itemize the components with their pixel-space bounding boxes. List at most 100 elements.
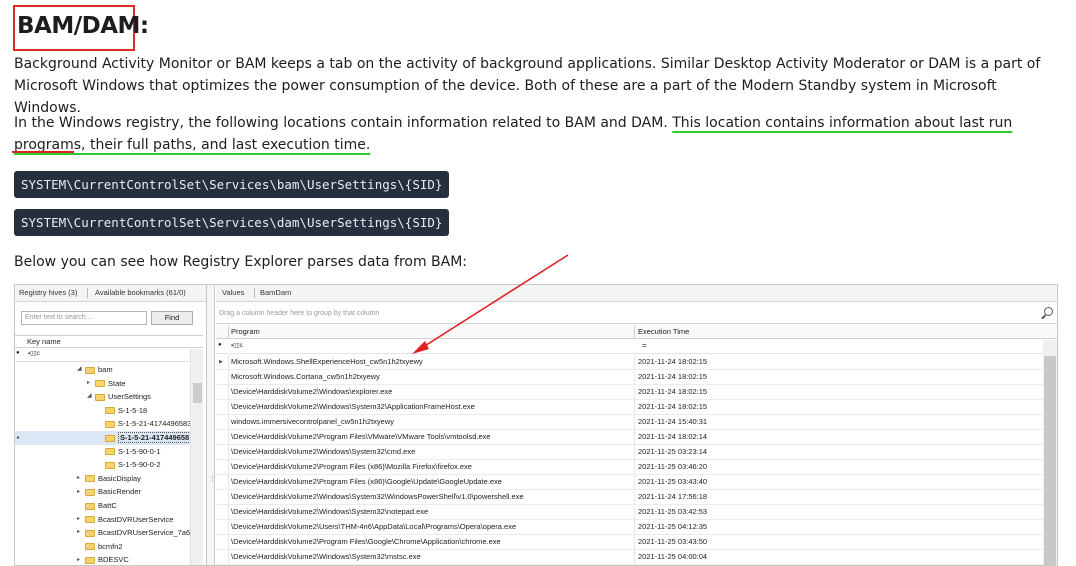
- key-name-column-header[interactable]: Key name: [15, 335, 203, 348]
- column-header-program[interactable]: Program: [231, 327, 260, 336]
- tree-item-label: S-1-5-21-4174496583-1: [118, 419, 199, 429]
- table-row[interactable]: \Device\HarddiskVolume2\Windows\System32…: [216, 550, 1043, 565]
- tree-item[interactable]: ▸ BasicDisplay: [15, 472, 190, 486]
- tree-item[interactable]: S-1-5-21-4174496583-1: [15, 417, 198, 431]
- table-row[interactable]: \Device\HarddiskVolume2\Windows\System32…: [216, 505, 1043, 520]
- tree-item[interactable]: ▸ BcastDVRUserService_7a6b6: [15, 526, 198, 540]
- tree-item[interactable]: ▸ State: [15, 377, 190, 391]
- expand-icon[interactable]: ▸: [77, 554, 85, 565]
- program-cell: \Device\HarddiskVolume2\Windows\System32…: [231, 447, 416, 456]
- execution-time-cell: 2021-11-24 17:56:18: [638, 492, 708, 501]
- cell-separator: [228, 430, 229, 445]
- cell-separator: [634, 550, 635, 565]
- cell-separator: [228, 475, 229, 490]
- folder-icon: [85, 529, 95, 537]
- cell-separator: [228, 370, 229, 385]
- cell-separator: [228, 505, 229, 520]
- execution-time-cell: 2021-11-25 03:23:14: [638, 447, 708, 456]
- cell-separator: [228, 400, 229, 415]
- tree-item-label: BattC: [98, 501, 117, 510]
- tree-item[interactable]: ▸ BDESVC: [15, 553, 190, 565]
- find-button[interactable]: Find: [151, 311, 193, 325]
- folder-icon: [105, 420, 115, 428]
- program-cell: \Device\HarddiskVolume2\Windows\System32…: [231, 492, 524, 501]
- table-row[interactable]: Microsoft.Windows.Cortana_cw5n1h2txyewy 2…: [216, 370, 1043, 385]
- tab-separator: [87, 288, 88, 298]
- table-row[interactable]: \Device\HarddiskVolume2\Windows\explorer…: [216, 385, 1043, 400]
- time-filter-operator[interactable]: =: [642, 341, 647, 350]
- red-underline-mark: [12, 151, 74, 153]
- panel-splitter[interactable]: ⋮: [207, 285, 216, 565]
- tree-scrollbar-thumb[interactable]: [193, 383, 202, 403]
- table-row[interactable]: windows.immersivecontrolpanel_cw5n1h2txy…: [216, 415, 1043, 430]
- expand-icon[interactable]: ◢: [77, 363, 85, 377]
- expand-icon[interactable]: ▸: [77, 526, 85, 540]
- cell-separator: [634, 415, 635, 430]
- tree-item[interactable]: ◢ bam: [15, 363, 190, 377]
- table-row[interactable]: \Device\HarddiskVolume2\Windows\System32…: [216, 400, 1043, 415]
- tree-item[interactable]: S-1-5-90-0-1: [15, 445, 190, 459]
- cell-separator: [634, 385, 635, 400]
- paragraph-registry-locations: In the Windows registry, the following l…: [14, 112, 1064, 156]
- page-title: BAM/DAM:: [17, 13, 149, 39]
- expand-icon[interactable]: ◢: [87, 390, 95, 404]
- tree-item-label: BcastDVRUserService_7a6b6: [98, 528, 199, 538]
- group-by-area[interactable]: Drag a column header here to group by th…: [216, 303, 1057, 324]
- table-row[interactable]: \Device\HarddiskVolume2\Program Files (x…: [216, 475, 1043, 490]
- cell-separator: [228, 490, 229, 505]
- tree-item[interactable]: ◢ UserSettings: [15, 390, 190, 404]
- tree-filter-row[interactable]: ● ▪▯▯c ⌃: [15, 349, 203, 362]
- heading-box: BAM/DAM:: [13, 5, 149, 51]
- tree-item[interactable]: S-1-5-90-0-2: [15, 458, 190, 472]
- tab-registry-hives[interactable]: Registry hives (3): [19, 288, 77, 297]
- execution-time-cell: 2021-11-25 04:00:04: [638, 552, 708, 561]
- cell-separator: [634, 400, 635, 415]
- paragraph-registry-text: In the Windows registry, the following l…: [14, 115, 673, 131]
- execution-time-cell: 2021-11-25 03:43:40: [638, 477, 708, 486]
- tree-item[interactable]: bcmfn2: [15, 540, 190, 554]
- execution-time-cell: 2021-11-24 18:02:15: [638, 387, 708, 396]
- tree-item[interactable]: BattC: [15, 499, 190, 513]
- program-cell: \Device\HarddiskVolume2\Program Files (x…: [231, 477, 502, 486]
- search-icon[interactable]: [1044, 307, 1053, 316]
- tree-item[interactable]: ▸ BcastDVRUserService: [15, 513, 190, 527]
- expand-icon[interactable]: ▸: [77, 472, 85, 486]
- grid-scrollbar-thumb[interactable]: [1044, 356, 1056, 565]
- tree-item-label: BDESVC: [98, 555, 129, 565]
- tree-item[interactable]: ▸ BasicRender: [15, 485, 190, 499]
- cell-separator: [634, 445, 635, 460]
- program-cell: \Device\HarddiskVolume2\Program Files\Go…: [231, 537, 501, 546]
- cell-separator: [228, 550, 229, 565]
- tree-item[interactable]: S-1-5-18: [15, 404, 190, 418]
- table-row[interactable]: ▶ Microsoft.Windows.ShellExperienceHost_c…: [216, 355, 1043, 370]
- tree-item-label: S-1-5-90-0-2: [118, 460, 161, 470]
- table-row[interactable]: \Device\HarddiskVolume2\Program Files\VM…: [216, 430, 1043, 445]
- column-header-execution-time[interactable]: Execution Time: [638, 327, 689, 336]
- expand-icon[interactable]: ▸: [77, 486, 85, 500]
- table-row[interactable]: \Device\HarddiskVolume2\Users\THM-4n6\Ap…: [216, 520, 1043, 535]
- filter-icon: ●: [16, 350, 20, 356]
- tree-item-label: S-1-5-18: [118, 405, 148, 415]
- table-row[interactable]: \Device\HarddiskVolume2\Windows\System32…: [216, 490, 1043, 505]
- expand-icon[interactable]: ▸: [77, 513, 85, 527]
- tree-item[interactable]: S-1-5-21-417449658: [15, 431, 192, 445]
- expand-icon[interactable]: ▸: [87, 377, 95, 391]
- folder-icon: [105, 461, 115, 469]
- splitter-grip-icon: ⋮: [209, 476, 216, 483]
- table-row[interactable]: \Device\HarddiskVolume2\Program Files (x…: [216, 460, 1043, 475]
- table-row[interactable]: \Device\HarddiskVolume2\Windows\System32…: [216, 445, 1043, 460]
- grid-filter-row[interactable]: ● ▪▯▯c = ⌃: [216, 340, 1057, 354]
- table-row[interactable]: \Device\HarddiskVolume2\Program Files\Go…: [216, 535, 1043, 550]
- program-filter-text[interactable]: ▪▯▯c: [231, 342, 243, 349]
- grid-scrollbar[interactable]: [1043, 340, 1057, 565]
- tab-available-bookmarks[interactable]: Available bookmarks (61/0): [95, 288, 186, 297]
- tab-bamdam[interactable]: BamDam: [260, 288, 291, 297]
- execution-time-cell: 2021-11-24 15:40:31: [638, 417, 708, 426]
- cell-separator: [634, 505, 635, 520]
- cell-separator: [634, 355, 635, 370]
- tree-scrollbar[interactable]: [190, 349, 203, 565]
- bamdam-grid-panel: Values BamDam Drag a column header here …: [216, 285, 1057, 565]
- tab-values[interactable]: Values: [222, 288, 244, 297]
- program-cell: Microsoft.Windows.ShellExperienceHost_cw…: [231, 357, 423, 366]
- search-input[interactable]: Enter text to search...: [21, 311, 147, 325]
